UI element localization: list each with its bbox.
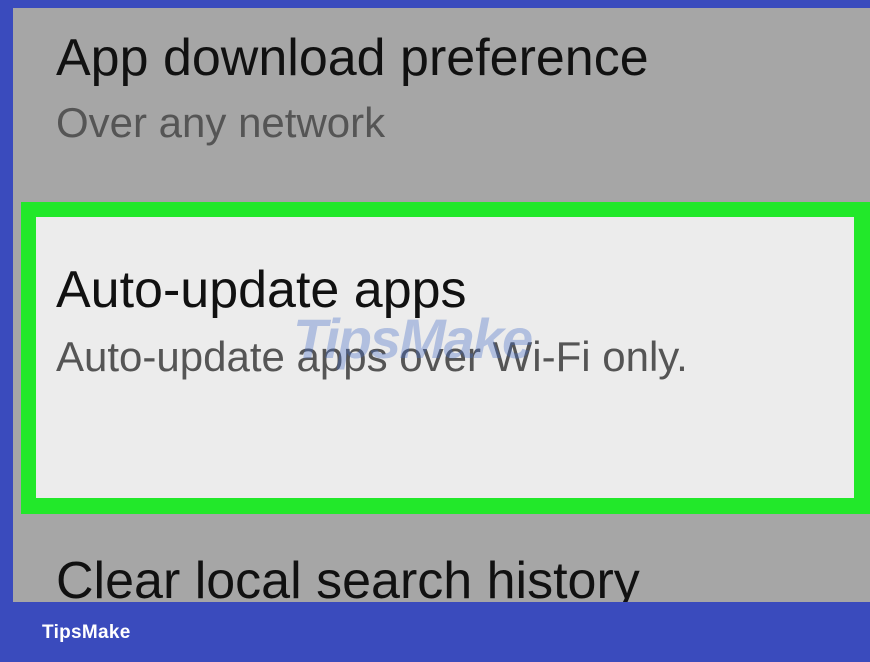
setting-title: Auto-update apps [56,261,467,319]
brand-logo: TipsMake [42,622,131,643]
setting-app-download-preference[interactable]: App download preference Over any network [56,28,649,152]
setting-auto-update-apps[interactable]: Auto-update apps Auto-update apps over W… [56,260,836,386]
frame-top-border [0,0,870,8]
settings-screen: App download preference Over any network… [13,8,870,602]
setting-clear-local-search-history[interactable]: Clear local search history [56,551,640,602]
frame-left-border [0,0,13,662]
setting-title: App download preference [56,29,649,87]
setting-title: Clear local search history [56,552,640,602]
setting-summary: Auto-update apps over Wi-Fi only. [56,333,688,380]
brand-bar: TipsMake [0,602,870,662]
setting-summary: Over any network [56,99,386,146]
image-frame: App download preference Over any network… [0,0,870,662]
